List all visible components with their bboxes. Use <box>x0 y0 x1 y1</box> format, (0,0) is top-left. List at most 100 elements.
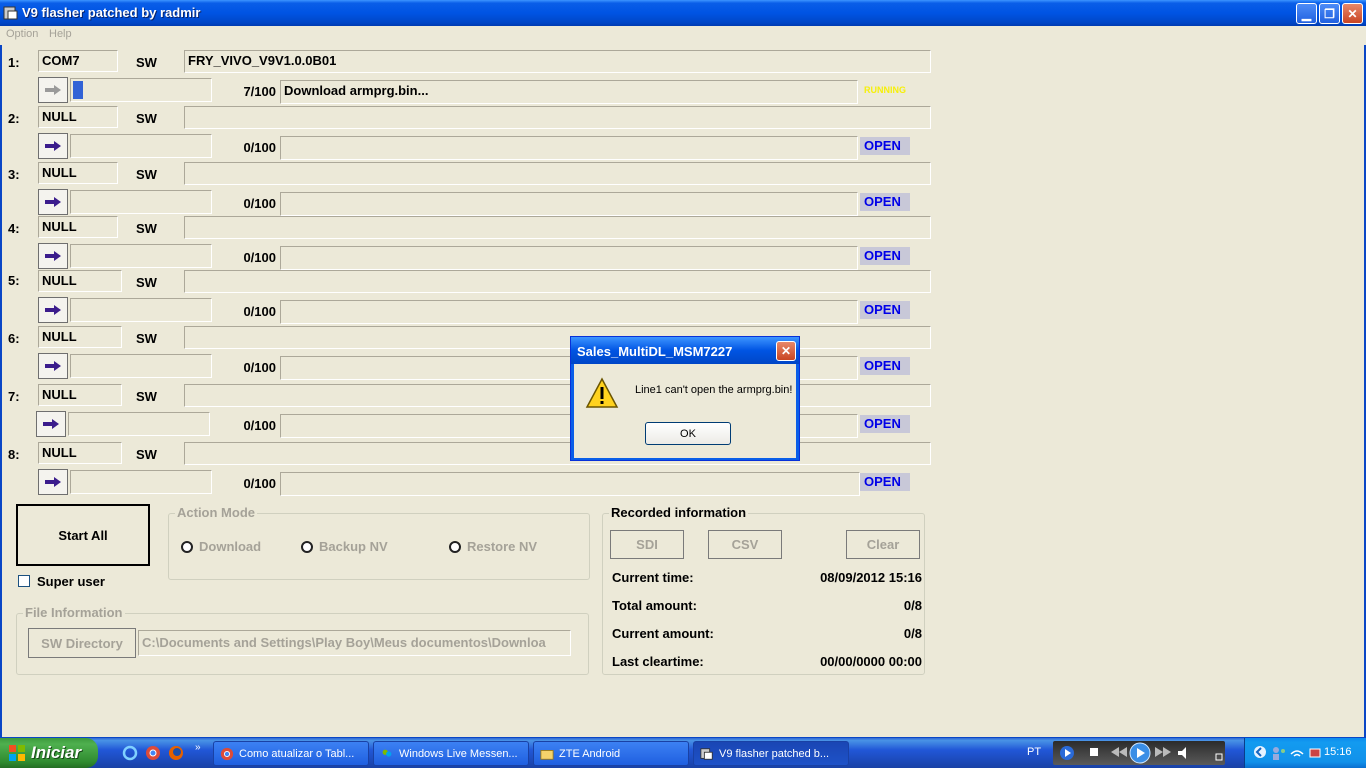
start-line-button[interactable] <box>38 243 68 269</box>
com-port-field[interactable]: NULL <box>38 216 118 238</box>
chrome-icon[interactable] <box>145 745 161 761</box>
last-cleartime-label: Last cleartime: <box>612 654 704 669</box>
row-number: 6: <box>8 331 20 346</box>
media-player-toolbar[interactable] <box>1053 741 1225 765</box>
line-status-badge: RUNNING <box>864 85 906 95</box>
sw-version-field[interactable] <box>184 442 931 465</box>
sw-directory-button[interactable]: SW Directory <box>28 628 136 658</box>
progress-count: 0/100 <box>243 360 276 375</box>
current-amount-value: 0/8 <box>903 626 922 641</box>
windows-logo-icon <box>9 745 25 761</box>
status-message-field <box>280 192 858 216</box>
start-line-button[interactable] <box>36 411 66 437</box>
minimize-button[interactable]: ▁ <box>1296 3 1317 24</box>
sw-label: SW <box>136 331 157 346</box>
start-line-button[interactable] <box>38 189 68 215</box>
wifi-icon[interactable] <box>1289 745 1305 761</box>
sw-directory-path[interactable]: C:\Documents and Settings\Play Boy\Meus … <box>138 630 571 656</box>
current-time-label: Current time: <box>612 570 694 585</box>
taskbar-item-v9-flasher[interactable]: V9 flasher patched b... <box>693 741 849 766</box>
row-number: 2: <box>8 111 20 126</box>
firefox-icon[interactable] <box>168 745 184 761</box>
com-port-field[interactable]: NULL <box>38 106 118 128</box>
tray-expand-icon[interactable] <box>1253 745 1267 759</box>
start-line-button[interactable] <box>38 133 68 159</box>
title-bar[interactable]: V9 flasher patched by radmir ▁ ❐ ✕ <box>0 0 1366 26</box>
taskbar-item-messenger[interactable]: Windows Live Messen... <box>373 741 529 766</box>
connection-icon[interactable] <box>1307 745 1323 761</box>
quicklaunch-more-icon[interactable]: » <box>195 742 201 753</box>
radio-backup-nv[interactable]: Backup NV <box>301 539 388 554</box>
start-button[interactable]: Iniciar <box>0 738 98 768</box>
status-message-field <box>280 246 858 270</box>
warning-icon <box>585 377 619 408</box>
start-line-button[interactable] <box>38 297 68 323</box>
taskbar-item-zte-folder[interactable]: ZTE Android <box>533 741 689 766</box>
play-icon[interactable] <box>1129 742 1151 764</box>
clock[interactable]: 15:16 <box>1324 746 1352 758</box>
taskbar-item-chrome[interactable]: Como atualizar o Tabl... <box>213 741 369 766</box>
start-all-button[interactable]: Start All <box>16 504 150 566</box>
network-people-icon[interactable] <box>1271 745 1287 761</box>
next-icon[interactable] <box>1153 746 1173 758</box>
previous-icon[interactable] <box>1109 746 1129 758</box>
sdi-button[interactable]: SDI <box>610 530 684 559</box>
recorded-information-title: Recorded information <box>609 505 749 520</box>
sw-version-field[interactable] <box>184 216 931 239</box>
com-port-field[interactable]: NULL <box>38 162 118 184</box>
total-amount-label: Total amount: <box>612 598 697 613</box>
volume-icon[interactable] <box>1177 746 1193 760</box>
com-port-field[interactable]: NULL <box>38 270 122 292</box>
taskbar-item-label: ZTE Android <box>559 747 621 760</box>
radio-download[interactable]: Download <box>181 539 261 554</box>
start-line-button[interactable] <box>38 353 68 379</box>
com-port-field[interactable]: COM7 <box>38 50 118 72</box>
minimize-icon: ▁ <box>1301 6 1312 21</box>
super-user-checkbox[interactable] <box>18 575 30 587</box>
progress-count: 0/100 <box>243 418 276 433</box>
dialog-body: Line1 can't open the armprg.bin! OK <box>574 364 796 458</box>
dialog-title-bar[interactable]: Sales_MultiDL_MSM7227 ✕ <box>571 337 799 364</box>
menu-option[interactable]: Option <box>6 28 38 40</box>
row-number: 3: <box>8 167 20 182</box>
file-information-title: File Information <box>23 605 125 620</box>
restore-player-icon[interactable] <box>1215 744 1223 762</box>
progress-count: 7/100 <box>243 84 276 99</box>
start-line-button[interactable] <box>38 469 68 495</box>
radio-restore-nv[interactable]: Restore NV <box>449 539 537 554</box>
com-port-field[interactable]: NULL <box>38 442 122 464</box>
progress-bar <box>70 244 212 268</box>
close-icon: ✕ <box>1347 6 1358 21</box>
sw-version-field[interactable]: FRY_VIVO_V9V1.0.0B01 <box>184 50 931 73</box>
csv-button[interactable]: CSV <box>708 530 782 559</box>
clear-button[interactable]: Clear <box>846 530 920 559</box>
row-number: 4: <box>8 221 20 236</box>
sw-version-field[interactable] <box>184 270 931 293</box>
line-status-badge: OPEN <box>860 357 910 375</box>
start-line-button[interactable] <box>38 77 68 103</box>
sw-version-field[interactable] <box>184 106 931 129</box>
dialog-close-button[interactable]: ✕ <box>776 341 796 361</box>
sw-version-field[interactable] <box>184 384 931 407</box>
sw-label: SW <box>136 221 157 236</box>
total-amount-value: 0/8 <box>903 598 922 613</box>
radio-download-label: Download <box>199 539 262 554</box>
sw-version-field[interactable] <box>184 162 931 185</box>
close-button[interactable]: ✕ <box>1342 3 1363 24</box>
stop-icon[interactable] <box>1089 747 1099 757</box>
line-status-badge: OPEN <box>860 193 910 211</box>
sw-version-field[interactable] <box>184 326 931 349</box>
arrow-right-icon <box>43 419 59 429</box>
row-number: 1: <box>8 55 20 70</box>
super-user-label: Super user <box>37 574 105 589</box>
menu-help[interactable]: Help <box>49 28 72 40</box>
ok-button[interactable]: OK <box>645 422 731 445</box>
language-indicator[interactable]: PT <box>1027 746 1041 758</box>
com-port-field[interactable]: NULL <box>38 326 122 348</box>
ie-icon[interactable] <box>122 745 138 761</box>
sw-label: SW <box>136 275 157 290</box>
sw-label: SW <box>136 55 157 70</box>
maximize-button[interactable]: ❐ <box>1319 3 1340 24</box>
media-player-icon[interactable] <box>1059 745 1075 761</box>
com-port-field[interactable]: NULL <box>38 384 122 406</box>
